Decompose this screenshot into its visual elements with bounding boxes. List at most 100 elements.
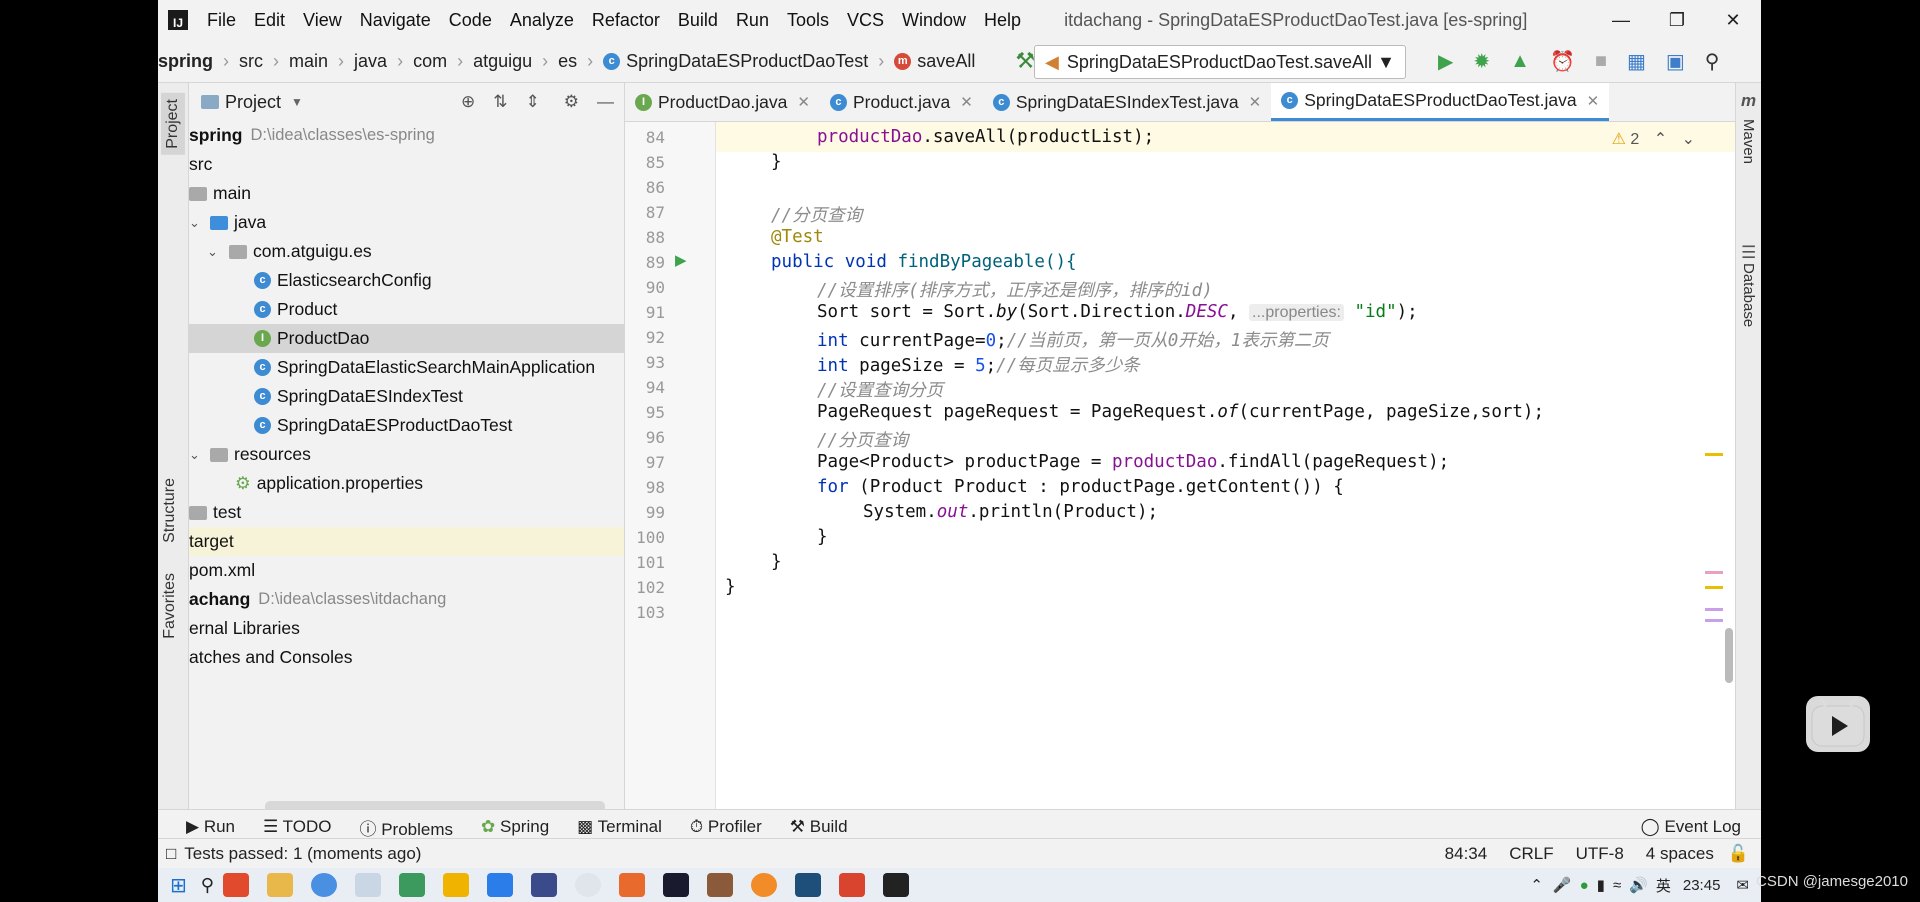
- build-tool-button[interactable]: ⚒ Build: [790, 817, 848, 837]
- restore-icon[interactable]: ❐: [1649, 0, 1705, 40]
- tree-item-src[interactable]: src: [189, 150, 624, 179]
- project-view-select[interactable]: Project: [225, 92, 281, 113]
- code-line-85[interactable]: }: [725, 152, 782, 172]
- close-tab-icon[interactable]: ✕: [1587, 92, 1600, 110]
- menu-help[interactable]: Help: [975, 0, 1030, 40]
- tree-item-mainapplication[interactable]: c SpringDataElasticSearchMainApplication: [189, 353, 624, 382]
- code-line-99[interactable]: System.out.println(Product);: [725, 502, 1158, 522]
- code-line-89[interactable]: public void findByPageable(){: [725, 252, 1077, 272]
- status-message[interactable]: Tests passed: 1 (moments ago): [184, 844, 421, 864]
- status-toggle-icon[interactable]: □: [166, 844, 176, 864]
- problems-tool-button[interactable]: ⓘ Problems: [359, 815, 453, 840]
- chevron-down-icon[interactable]: ⌄: [189, 215, 207, 231]
- menu-edit[interactable]: Edit: [245, 0, 294, 40]
- tree-item-package[interactable]: ⌄ com.atguigu.es: [189, 237, 624, 266]
- search-icon[interactable]: ⚲: [201, 875, 214, 896]
- wps-app-icon[interactable]: [222, 873, 249, 897]
- run-tool-button[interactable]: ▶ Run: [186, 817, 235, 837]
- file-encoding[interactable]: UTF-8: [1576, 844, 1624, 864]
- marker[interactable]: [1705, 571, 1723, 574]
- previous-highlight-icon[interactable]: ⌃: [1654, 131, 1667, 148]
- app-icon[interactable]: [486, 873, 513, 897]
- tree-item-productdaotest[interactable]: c SpringDataESProductDaoTest: [189, 411, 624, 440]
- menu-build[interactable]: Build: [669, 0, 727, 40]
- run-configuration-select[interactable]: ◀ SpringDataESProductDaoTest.saveAll ▼: [1034, 45, 1406, 79]
- stop-icon[interactable]: ■: [1595, 50, 1607, 73]
- favorites-tool-tab[interactable]: Favorites: [161, 573, 179, 639]
- tree-item-indextest[interactable]: c SpringDataESIndexTest: [189, 382, 624, 411]
- inspection-widget[interactable]: ⚠ 2 ⌃ ⌄: [1612, 129, 1695, 149]
- tree-item-product[interactable]: c Product: [189, 295, 624, 324]
- toggle-toolwindow-icon[interactable]: ▣: [1666, 49, 1685, 74]
- menu-vcs[interactable]: VCS: [838, 0, 893, 40]
- app-icon[interactable]: [794, 873, 821, 897]
- app-icon[interactable]: [530, 873, 557, 897]
- chevron-down-icon[interactable]: ⌄: [189, 447, 207, 463]
- profile-icon[interactable]: ⏰: [1550, 49, 1575, 74]
- event-log-button[interactable]: ◯ Event Log: [1641, 817, 1741, 837]
- next-highlight-icon[interactable]: ⌄: [1682, 131, 1695, 148]
- run-test-gutter-icon[interactable]: ▶: [675, 251, 687, 269]
- app-icon[interactable]: [618, 873, 645, 897]
- code-line-91[interactable]: Sort sort = Sort.by(Sort.Direction.DESC,…: [725, 302, 1418, 322]
- wifi-icon[interactable]: ≈: [1613, 877, 1621, 894]
- code-line-93[interactable]: int pageSize = 5;//每页显示多少条: [725, 352, 1140, 377]
- tree-item-external-libraries[interactable]: ernal Libraries: [189, 614, 624, 643]
- volume-icon[interactable]: 🔊: [1629, 876, 1648, 894]
- tree-item-module[interactable]: spring D:\idea\classes\es-spring: [189, 121, 624, 150]
- debug-icon[interactable]: ✹: [1473, 49, 1490, 74]
- todo-tool-button[interactable]: ☰ TODO: [263, 817, 331, 837]
- menu-tools[interactable]: Tools: [778, 0, 838, 40]
- close-tab-icon[interactable]: ✕: [1249, 93, 1262, 111]
- tree-item-productdao[interactable]: I ProductDao: [189, 324, 624, 353]
- code-line-102[interactable]: }: [725, 577, 736, 597]
- code-line-92[interactable]: int currentPage=0;//当前页，第一页从0开始，1表示第二页: [725, 327, 1329, 352]
- intellij-taskbar-icon[interactable]: [662, 873, 689, 897]
- code-line-95[interactable]: PageRequest pageRequest = PageRequest.of…: [725, 402, 1544, 422]
- close-icon[interactable]: ✕: [1705, 0, 1761, 40]
- file-explorer-icon[interactable]: [266, 873, 293, 897]
- build-hammer-icon[interactable]: ⚒: [1015, 48, 1035, 74]
- terminal-taskbar-icon[interactable]: [882, 873, 909, 897]
- menu-file[interactable]: File: [198, 0, 245, 40]
- app-icon[interactable]: [574, 873, 601, 897]
- breadcrumb-atguigu[interactable]: atguigu: [473, 51, 532, 72]
- app-icon[interactable]: [442, 873, 469, 897]
- code-line-101[interactable]: }: [725, 552, 782, 572]
- tab-indextest[interactable]: c SpringDataESIndexTest.java ✕: [983, 83, 1271, 121]
- tree-item-pom[interactable]: pom.xml: [189, 556, 624, 585]
- search-icon[interactable]: ⚲: [1705, 49, 1720, 74]
- ime-indicator[interactable]: 英: [1656, 875, 1671, 896]
- gear-icon[interactable]: ⚙: [564, 92, 579, 112]
- windows-start-icon[interactable]: ⊞: [170, 873, 187, 898]
- lock-icon[interactable]: 🔓: [1728, 844, 1749, 864]
- terminal-tool-button[interactable]: ▩ Terminal: [577, 817, 662, 837]
- breadcrumb-class[interactable]: SpringDataESProductDaoTest: [626, 51, 868, 72]
- project-structure-icon[interactable]: ▦: [1627, 49, 1646, 74]
- warning-marker[interactable]: [1705, 453, 1723, 456]
- code-line-100[interactable]: }: [725, 527, 828, 547]
- tree-item-test[interactable]: test: [189, 498, 624, 527]
- coverage-icon[interactable]: ▲: [1510, 50, 1530, 73]
- breadcrumb-src[interactable]: src: [239, 51, 263, 72]
- code-line-88[interactable]: @Test: [725, 227, 824, 247]
- tree-item-application-properties[interactable]: ⚙ application.properties: [189, 469, 624, 498]
- indent-setting[interactable]: 4 spaces: [1646, 844, 1714, 864]
- menu-refactor[interactable]: Refactor: [583, 0, 669, 40]
- chevron-down-icon[interactable]: ▼: [291, 95, 303, 109]
- menu-navigate[interactable]: Navigate: [351, 0, 440, 40]
- microphone-icon[interactable]: 🎤: [1553, 876, 1572, 894]
- chrome-icon[interactable]: [310, 873, 337, 897]
- app-icon[interactable]: [838, 873, 865, 897]
- menu-code[interactable]: Code: [440, 0, 501, 40]
- close-tab-icon[interactable]: ✕: [960, 93, 973, 111]
- menu-window[interactable]: Window: [893, 0, 975, 40]
- expand-all-icon[interactable]: ⇅: [493, 92, 507, 112]
- app-icon[interactable]: [750, 873, 777, 897]
- close-tab-icon[interactable]: ✕: [797, 93, 810, 111]
- tray-app-icon[interactable]: ●: [1580, 877, 1589, 894]
- code-line-94[interactable]: //设置查询分页: [725, 377, 943, 402]
- code-line-97[interactable]: Page<Product> productPage = productDao.f…: [725, 452, 1449, 472]
- locate-icon[interactable]: ⊕: [461, 92, 475, 112]
- project-tool-tab[interactable]: Project: [161, 93, 185, 155]
